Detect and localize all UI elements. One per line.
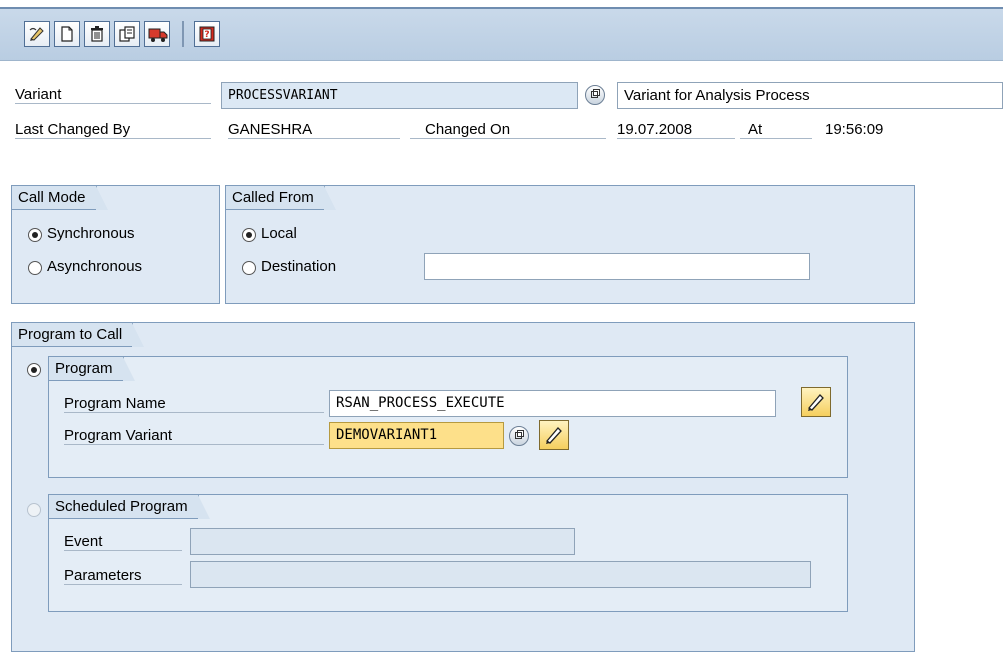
asynchronous-radio[interactable] xyxy=(28,261,42,275)
variant-search-help-button[interactable] xyxy=(585,85,605,105)
parameters-field[interactable] xyxy=(190,561,811,588)
at-value: 19:56:09 xyxy=(825,121,884,138)
changed-on-label: Changed On xyxy=(410,121,606,139)
destination-field[interactable] xyxy=(424,253,810,280)
program-name-field[interactable]: RSAN_PROCESS_EXECUTE xyxy=(329,390,776,417)
program-subgroup-title: Program xyxy=(49,357,134,381)
copy-icon xyxy=(119,26,135,42)
synchronous-radio[interactable] xyxy=(28,228,42,242)
exit-icon: ? xyxy=(199,26,215,42)
event-label: Event xyxy=(64,533,182,551)
parameters-label: Parameters xyxy=(64,567,182,585)
program-variant-edit-button[interactable] xyxy=(539,420,569,450)
edit-icon xyxy=(29,27,44,41)
local-label: Local xyxy=(261,225,297,242)
call-mode-group: Call Mode Synchronous Asynchronous xyxy=(11,185,220,304)
program-radio[interactable] xyxy=(27,363,41,377)
at-label: At xyxy=(740,121,812,139)
application-toolbar: ? xyxy=(0,7,1003,61)
toolbar-separator xyxy=(182,21,184,47)
new-button[interactable] xyxy=(54,21,80,47)
local-radio[interactable] xyxy=(242,228,256,242)
destination-radio[interactable] xyxy=(242,261,256,275)
last-changed-by-value: GANESHRA xyxy=(228,121,400,139)
synchronous-label: Synchronous xyxy=(47,225,135,242)
new-icon xyxy=(61,26,73,42)
asynchronous-label: Asynchronous xyxy=(47,258,143,275)
program-to-call-group: Program to Call Program Program Name RSA… xyxy=(11,322,915,652)
changed-on-value: 19.07.2008 xyxy=(617,121,735,139)
transport-icon xyxy=(148,28,168,42)
variant-label: Variant xyxy=(15,86,211,104)
program-edit-button[interactable] xyxy=(801,387,831,417)
program-variant-field[interactable]: DEMOVARIANT1 xyxy=(329,422,504,449)
exit-button[interactable]: ? xyxy=(194,21,220,47)
program-subgroup: Program Program Name RSAN_PROCESS_EXECUT… xyxy=(48,356,848,478)
event-field[interactable] xyxy=(190,528,575,555)
called-from-title: Called From xyxy=(226,186,336,210)
copy-button[interactable] xyxy=(114,21,140,47)
last-changed-by-label: Last Changed By xyxy=(15,121,211,139)
program-variant-label: Program Variant xyxy=(64,427,324,445)
scheduled-program-title: Scheduled Program xyxy=(49,495,210,519)
delete-icon xyxy=(91,26,103,42)
call-mode-title: Call Mode xyxy=(12,186,108,210)
scheduled-program-radio[interactable] xyxy=(27,503,41,517)
display-change-button[interactable] xyxy=(24,21,50,47)
destination-label: Destination xyxy=(261,258,337,275)
program-variant-search-help-button[interactable] xyxy=(509,426,529,446)
pencil-icon xyxy=(546,427,562,444)
pencil-icon xyxy=(808,394,824,411)
variant-description-field[interactable]: Variant for Analysis Process xyxy=(617,82,1003,109)
delete-button[interactable] xyxy=(84,21,110,47)
transport-button[interactable] xyxy=(144,21,170,47)
variant-field[interactable]: PROCESSVARIANT xyxy=(221,82,578,109)
scheduled-program-subgroup: Scheduled Program Event Parameters xyxy=(48,494,848,612)
svg-text:?: ? xyxy=(204,30,209,40)
called-from-group: Called From Local Destination xyxy=(225,185,915,304)
program-name-label: Program Name xyxy=(64,395,324,413)
program-to-call-title: Program to Call xyxy=(12,323,145,347)
